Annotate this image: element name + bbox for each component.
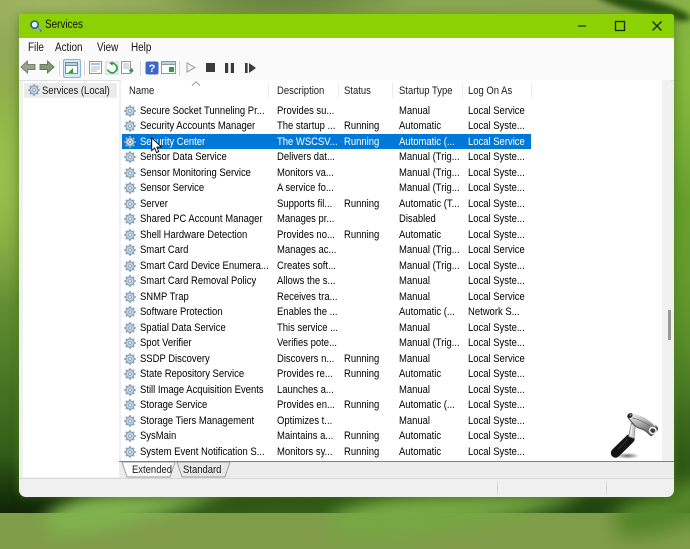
svg-text:?: ? (149, 63, 156, 75)
